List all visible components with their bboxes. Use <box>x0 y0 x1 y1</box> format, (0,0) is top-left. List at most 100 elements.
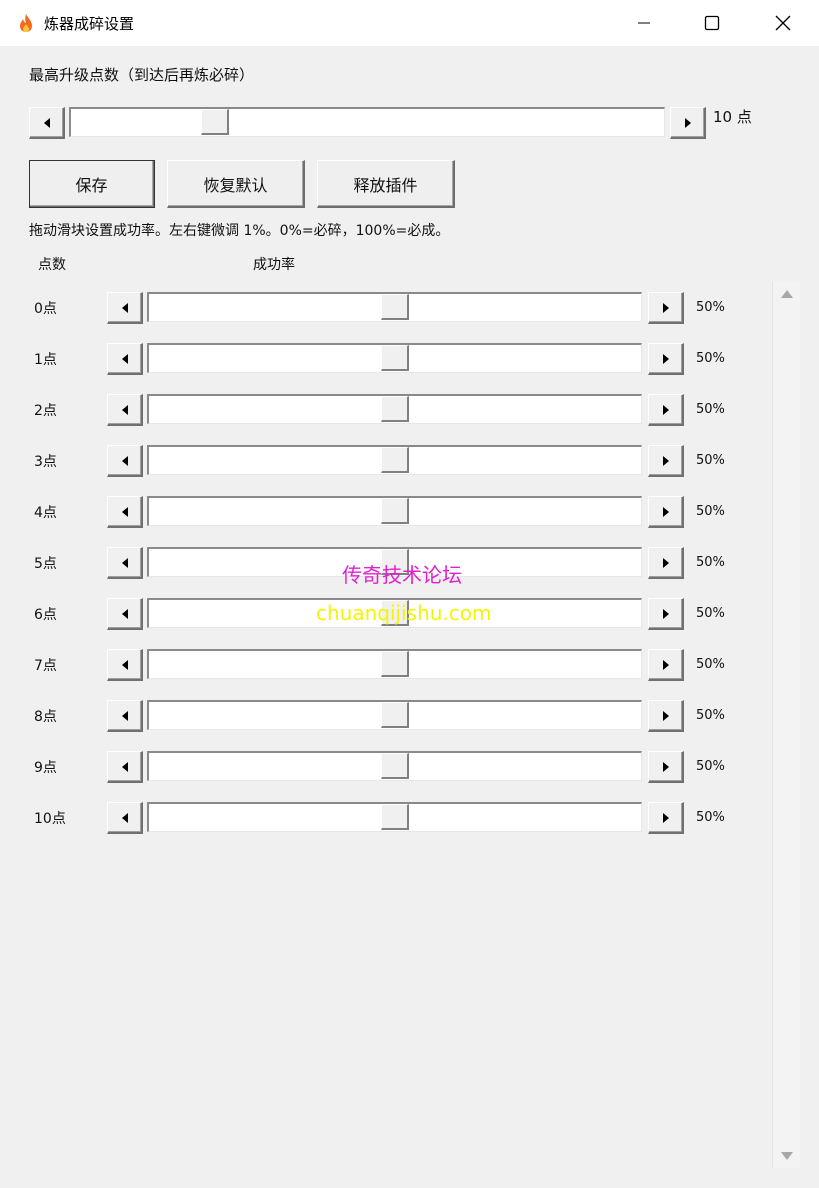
maximize-button[interactable] <box>680 0 744 46</box>
rate-slider-thumb[interactable] <box>381 447 409 473</box>
row-label: 9点 <box>34 760 57 776</box>
rate-slider[interactable] <box>147 445 642 475</box>
rate-decrease-button[interactable] <box>107 496 143 528</box>
rate-slider-thumb[interactable] <box>381 702 409 728</box>
rate-percent-value: 50% <box>696 351 725 366</box>
rate-increase-button[interactable] <box>648 394 684 426</box>
rate-slider[interactable] <box>147 649 642 679</box>
rate-increase-button[interactable] <box>648 547 684 579</box>
right-arrow-icon <box>662 710 669 721</box>
left-arrow-icon <box>121 710 128 721</box>
column-header-points: 点数 <box>38 257 66 273</box>
rate-slider-thumb[interactable] <box>381 294 409 320</box>
max-level-increase-button[interactable] <box>670 107 706 139</box>
right-arrow-icon <box>662 506 669 517</box>
rate-increase-button[interactable] <box>648 751 684 783</box>
scroll-down-arrow-icon[interactable] <box>781 1152 793 1160</box>
rate-percent-value: 50% <box>696 300 725 315</box>
minimize-icon <box>638 22 650 24</box>
rate-percent-value: 50% <box>696 555 725 570</box>
rate-slider-thumb[interactable] <box>381 804 409 830</box>
release-plugin-button[interactable]: 释放插件 <box>317 160 455 208</box>
rate-decrease-button[interactable] <box>107 649 143 681</box>
rate-slider[interactable] <box>147 700 642 730</box>
rate-slider-thumb[interactable] <box>381 498 409 524</box>
rate-increase-button[interactable] <box>648 292 684 324</box>
rate-slider-thumb[interactable] <box>381 345 409 371</box>
left-arrow-icon <box>121 404 128 415</box>
max-level-value: 10 点 <box>713 108 752 126</box>
row-label: 10点 <box>34 811 66 827</box>
right-arrow-icon <box>662 608 669 619</box>
max-level-slider[interactable] <box>69 107 665 137</box>
rate-decrease-button[interactable] <box>107 343 143 375</box>
watermark-title: 传奇技术论坛 <box>342 563 462 587</box>
left-arrow-icon <box>121 659 128 670</box>
rate-percent-value: 50% <box>696 657 725 672</box>
row-label: 5点 <box>34 556 57 572</box>
right-arrow-icon <box>662 761 669 772</box>
rate-slider[interactable] <box>147 496 642 526</box>
rate-decrease-button[interactable] <box>107 292 143 324</box>
rate-increase-button[interactable] <box>648 598 684 630</box>
rate-increase-button[interactable] <box>648 802 684 834</box>
rate-increase-button[interactable] <box>648 343 684 375</box>
rate-decrease-button[interactable] <box>107 598 143 630</box>
rate-percent-value: 50% <box>696 759 725 774</box>
row-label: 1点 <box>34 352 57 368</box>
rate-slider[interactable] <box>147 751 642 781</box>
max-level-decrease-button[interactable] <box>29 107 65 139</box>
left-arrow-icon <box>121 455 128 466</box>
rate-percent-value: 50% <box>696 504 725 519</box>
rate-decrease-button[interactable] <box>107 445 143 477</box>
rate-decrease-button[interactable] <box>107 394 143 426</box>
close-button[interactable] <box>751 0 815 46</box>
right-arrow-icon <box>662 353 669 364</box>
maximize-icon <box>704 15 720 31</box>
rate-slider[interactable] <box>147 343 642 373</box>
rate-percent-value: 50% <box>696 810 725 825</box>
rate-slider-thumb[interactable] <box>381 753 409 779</box>
rate-percent-value: 50% <box>696 708 725 723</box>
rate-increase-button[interactable] <box>648 445 684 477</box>
right-arrow-icon <box>662 557 669 568</box>
window-title: 炼器成碎设置 <box>44 15 135 33</box>
max-level-slider-thumb[interactable] <box>201 109 229 135</box>
rate-increase-button[interactable] <box>648 700 684 732</box>
rate-percent-value: 50% <box>696 402 725 417</box>
rate-increase-button[interactable] <box>648 649 684 681</box>
rate-slider[interactable] <box>147 394 642 424</box>
row-label: 0点 <box>34 301 57 317</box>
rate-percent-value: 50% <box>696 453 725 468</box>
rate-slider[interactable] <box>147 802 642 832</box>
right-arrow-icon <box>662 659 669 670</box>
left-arrow-icon <box>121 608 128 619</box>
scroll-up-arrow-icon[interactable] <box>781 290 793 298</box>
right-arrow-icon <box>684 117 691 128</box>
rate-slider[interactable] <box>147 292 642 322</box>
rate-percent-value: 50% <box>696 606 725 621</box>
watermark-url: chuanqijishu.com <box>316 601 492 625</box>
row-label: 6点 <box>34 607 57 623</box>
reset-default-button[interactable]: 恢复默认 <box>167 160 305 208</box>
rate-decrease-button[interactable] <box>107 802 143 834</box>
rate-decrease-button[interactable] <box>107 547 143 579</box>
left-arrow-icon <box>121 302 128 313</box>
row-label: 2点 <box>34 403 57 419</box>
minimize-button[interactable] <box>612 0 676 46</box>
left-arrow-icon <box>121 761 128 772</box>
title-bar: 炼器成碎设置 <box>0 0 819 46</box>
rate-decrease-button[interactable] <box>107 751 143 783</box>
vertical-scrollbar[interactable] <box>772 282 800 1168</box>
flame-icon <box>20 14 32 32</box>
right-arrow-icon <box>662 812 669 823</box>
rate-increase-button[interactable] <box>648 496 684 528</box>
rate-decrease-button[interactable] <box>107 700 143 732</box>
left-arrow-icon <box>43 117 50 128</box>
hint-text: 拖动滑块设置成功率。左右键微调 1%。0%=必碎，100%=必成。 <box>29 223 450 239</box>
left-arrow-icon <box>121 353 128 364</box>
rate-slider-thumb[interactable] <box>381 651 409 677</box>
save-button[interactable]: 保存 <box>29 160 155 208</box>
rate-slider-thumb[interactable] <box>381 396 409 422</box>
left-arrow-icon <box>121 506 128 517</box>
